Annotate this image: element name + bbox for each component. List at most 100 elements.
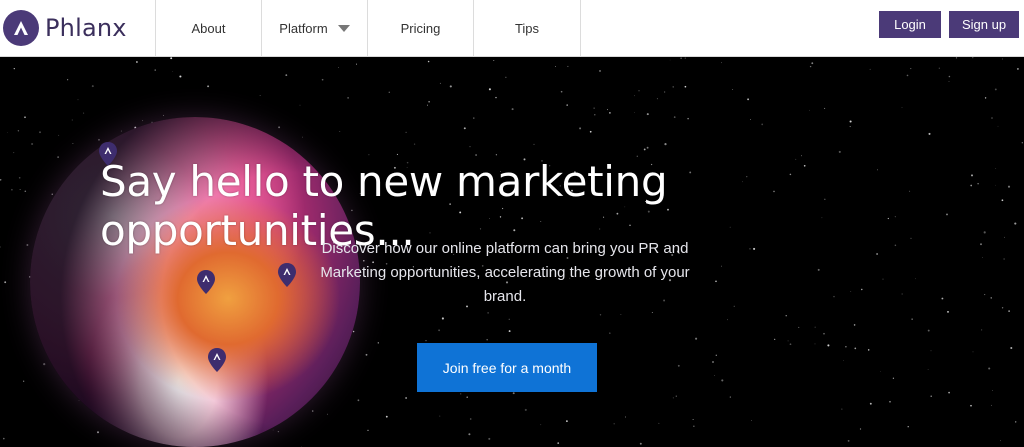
- nav-links: About Platform Pricing Tips: [155, 0, 581, 57]
- star-dot: [948, 75, 951, 78]
- star-dot: [850, 290, 852, 292]
- star-dot: [981, 329, 983, 331]
- star-dot: [809, 109, 810, 111]
- star-dot: [170, 57, 173, 60]
- star-dot: [368, 154, 370, 156]
- star-dot: [684, 85, 687, 88]
- star-dot: [911, 318, 913, 320]
- star-dot: [845, 346, 847, 348]
- star-dot: [24, 190, 27, 192]
- star-dot: [859, 428, 862, 430]
- star-dot: [396, 153, 398, 155]
- star-dot: [941, 297, 944, 300]
- star-dot: [162, 114, 165, 116]
- star-dot: [867, 349, 870, 351]
- nav-item-tips[interactable]: Tips: [473, 0, 581, 57]
- star-dot: [672, 397, 674, 399]
- star-dot: [999, 440, 1002, 442]
- star-dot: [625, 416, 626, 418]
- star-dot: [473, 117, 475, 119]
- star-dot: [24, 116, 26, 119]
- star-dot: [439, 82, 441, 84]
- star-dot: [460, 393, 462, 395]
- star-dot: [385, 415, 388, 418]
- star-dot: [869, 402, 872, 405]
- star-dot: [798, 326, 800, 328]
- star-dot: [727, 319, 728, 321]
- nav-item-label: Tips: [514, 21, 540, 36]
- star-dot: [997, 125, 999, 127]
- star-dot: [947, 311, 949, 313]
- chevron-down-icon: [337, 25, 350, 32]
- star-dot: [11, 188, 13, 191]
- join-free-button[interactable]: Join free for a month: [417, 343, 597, 392]
- star-dot: [814, 343, 816, 345]
- star-dot: [673, 116, 676, 118]
- star-dot: [955, 57, 958, 59]
- star-dot: [1004, 236, 1006, 238]
- brand-name: Phlanx: [45, 14, 127, 42]
- star-dot: [970, 404, 972, 407]
- star-dot: [1003, 258, 1005, 260]
- star-dot: [841, 408, 843, 410]
- star-dot: [693, 425, 695, 427]
- star-dot: [51, 193, 53, 195]
- star-dot: [613, 423, 615, 425]
- star-dot: [634, 112, 635, 113]
- star-dot: [321, 78, 324, 81]
- nav-item-pricing[interactable]: Pricing: [367, 0, 473, 57]
- star-dot: [849, 120, 852, 123]
- hero-subtitle: Discover how our online platform can bri…: [320, 240, 690, 305]
- star-dot: [23, 380, 25, 382]
- nav-item-about[interactable]: About: [155, 0, 261, 57]
- star-dot: [405, 131, 407, 134]
- star-dot: [721, 265, 722, 267]
- star-dot: [357, 399, 360, 402]
- star-dot: [468, 433, 471, 436]
- star-dot: [646, 113, 649, 116]
- star-dot: [593, 107, 595, 109]
- star-dot: [692, 419, 694, 420]
- star-dot: [278, 126, 281, 129]
- star-dot: [721, 62, 722, 64]
- star-dot: [311, 410, 314, 412]
- star-dot: [847, 439, 850, 442]
- star-dot: [589, 130, 592, 133]
- star-dot: [853, 324, 856, 326]
- star-dot: [1021, 142, 1023, 144]
- star-dot: [948, 81, 950, 82]
- star-dot: [988, 367, 991, 370]
- star-dot: [355, 63, 358, 65]
- nav-item-label: Platform: [279, 21, 328, 36]
- star-dot: [824, 107, 826, 109]
- star-dot: [557, 442, 560, 444]
- star-dot: [207, 85, 210, 88]
- star-dot: [475, 154, 478, 156]
- star-dot: [438, 329, 441, 332]
- signup-button[interactable]: Sign up: [949, 11, 1019, 38]
- star-dot: [439, 415, 441, 417]
- star-dot: [972, 57, 974, 59]
- star-dot: [154, 69, 156, 71]
- star-dot: [789, 343, 792, 346]
- star-dot: [425, 339, 427, 342]
- nav-item-platform[interactable]: Platform: [261, 0, 367, 57]
- brand-logo[interactable]: Phlanx: [3, 9, 127, 47]
- star-dot: [83, 112, 85, 114]
- star-dot: [990, 297, 992, 299]
- star-dot: [749, 119, 751, 120]
- star-dot: [567, 65, 569, 67]
- star-dot: [664, 143, 667, 146]
- star-dot: [638, 90, 640, 92]
- star-dot: [787, 340, 789, 342]
- star-dot: [785, 315, 787, 317]
- star-dot: [469, 418, 472, 420]
- star-dot: [928, 132, 931, 135]
- login-button[interactable]: Login: [879, 11, 941, 38]
- star-dot: [302, 136, 304, 138]
- star-dot: [7, 132, 8, 133]
- star-dot: [1001, 199, 1004, 202]
- star-dot: [508, 330, 511, 333]
- star-dot: [365, 353, 368, 356]
- star-dot: [97, 431, 99, 434]
